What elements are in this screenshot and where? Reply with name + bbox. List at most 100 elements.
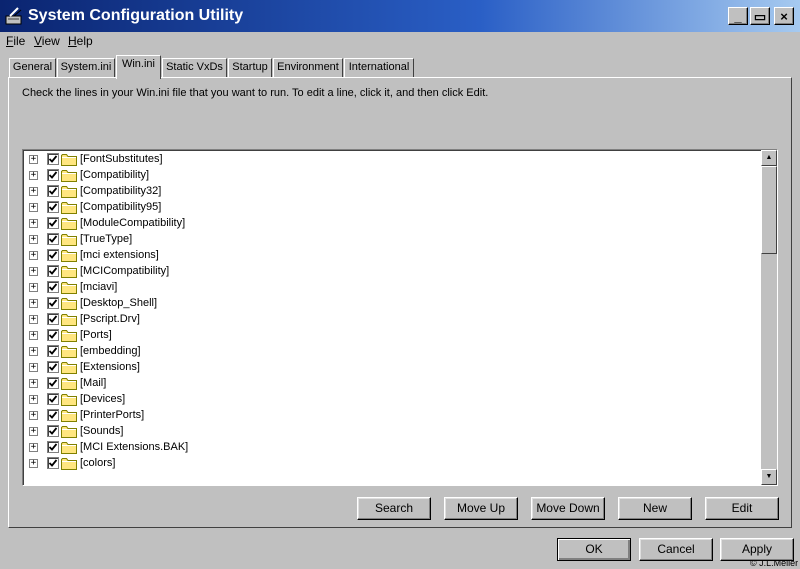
menu-help[interactable]: Help <box>66 33 95 49</box>
cancel-button[interactable]: Cancel <box>639 538 713 561</box>
expand-icon[interactable]: + <box>29 427 38 436</box>
item-checkbox[interactable] <box>47 329 59 341</box>
maximize-icon: ▭ <box>753 8 767 24</box>
list-item-label: [ModuleCompatibility] <box>80 217 186 229</box>
scroll-thumb[interactable] <box>761 166 777 254</box>
expand-icon[interactable]: + <box>29 203 38 212</box>
vertical-scrollbar[interactable]: ▲ ▼ <box>761 150 777 485</box>
expand-icon[interactable]: + <box>29 379 38 388</box>
item-checkbox[interactable] <box>47 425 59 437</box>
close-button[interactable]: × <box>774 7 794 25</box>
list-item[interactable]: + [Extensions] <box>25 359 755 375</box>
expand-icon[interactable]: + <box>29 171 38 180</box>
new-button[interactable]: New <box>618 497 692 520</box>
list-item[interactable]: + [mciavi] <box>25 279 755 295</box>
list-item[interactable]: + [PrinterPorts] <box>25 407 755 423</box>
tab-win-ini[interactable]: Win.ini <box>116 55 161 79</box>
item-checkbox[interactable] <box>47 377 59 389</box>
close-icon: × <box>780 8 788 24</box>
list-item[interactable]: + [ModuleCompatibility] <box>25 215 755 231</box>
item-checkbox[interactable] <box>47 281 59 293</box>
search-button[interactable]: Search <box>357 497 431 520</box>
expand-icon[interactable]: + <box>29 267 38 276</box>
expand-icon[interactable]: + <box>29 235 38 244</box>
tab-static-vxds[interactable]: Static VxDs <box>162 58 227 78</box>
list-item[interactable]: + [Compatibility95] <box>25 199 755 215</box>
expand-icon[interactable]: + <box>29 299 38 308</box>
expand-icon[interactable]: + <box>29 155 38 164</box>
tab-startup[interactable]: Startup <box>228 58 272 78</box>
expand-icon[interactable]: + <box>29 411 38 420</box>
item-checkbox[interactable] <box>47 201 59 213</box>
scroll-down-button[interactable]: ▼ <box>761 469 777 485</box>
list-item[interactable]: + [Compatibility] <box>25 167 755 183</box>
ok-button[interactable]: OK <box>557 538 631 561</box>
expand-icon[interactable]: + <box>29 347 38 356</box>
tab-environment[interactable]: Environment <box>273 58 343 78</box>
expand-icon[interactable]: + <box>29 331 38 340</box>
expand-icon[interactable]: + <box>29 459 38 468</box>
list-item[interactable]: + [Ports] <box>25 327 755 343</box>
list-item[interactable]: + [TrueType] <box>25 231 755 247</box>
expand-icon[interactable]: + <box>29 283 38 292</box>
item-checkbox[interactable] <box>47 185 59 197</box>
expand-icon[interactable]: + <box>29 219 38 228</box>
list-item[interactable]: + [FontSubstitutes] <box>25 151 755 167</box>
expand-icon[interactable]: + <box>29 395 38 404</box>
item-checkbox[interactable] <box>47 153 59 165</box>
folder-icon <box>61 186 77 198</box>
list-item[interactable]: + [MCI Extensions.BAK] <box>25 439 755 455</box>
minimize-icon: _ <box>734 8 742 24</box>
scroll-up-button[interactable]: ▲ <box>761 150 777 166</box>
item-checkbox[interactable] <box>47 457 59 469</box>
list-item-label: [MCICompatibility] <box>80 265 170 277</box>
title-bar[interactable]: System Configuration Utility _ ▭ × <box>0 0 800 32</box>
scroll-track[interactable] <box>761 254 777 469</box>
expand-icon[interactable]: + <box>29 443 38 452</box>
expand-icon[interactable]: + <box>29 251 38 260</box>
item-checkbox[interactable] <box>47 297 59 309</box>
item-checkbox[interactable] <box>47 393 59 405</box>
list-item[interactable]: + [Mail] <box>25 375 755 391</box>
item-checkbox[interactable] <box>47 441 59 453</box>
list-item[interactable]: + [Pscript.Drv] <box>25 311 755 327</box>
list-item[interactable]: + [mci extensions] <box>25 247 755 263</box>
item-checkbox[interactable] <box>47 249 59 261</box>
menu-file[interactable]: File <box>4 33 27 49</box>
list-item[interactable]: + [embedding] <box>25 343 755 359</box>
folder-icon <box>61 170 77 182</box>
win-ini-tree[interactable]: + [FontSubstitutes] + [Compatibility] + [Comp… <box>22 149 778 486</box>
list-item-label: [Extensions] <box>80 361 140 373</box>
edit-button[interactable]: Edit <box>705 497 779 520</box>
item-checkbox[interactable] <box>47 361 59 373</box>
apply-button[interactable]: Apply <box>720 538 794 561</box>
list-item[interactable]: + [Sounds] <box>25 423 755 439</box>
move-down-button[interactable]: Move Down <box>531 497 605 520</box>
list-item-label: [Compatibility] <box>80 169 150 181</box>
maximize-button[interactable]: ▭ <box>750 7 770 25</box>
expand-icon[interactable]: + <box>29 315 38 324</box>
tab-international[interactable]: International <box>344 58 414 78</box>
folder-icon <box>61 362 77 374</box>
item-checkbox[interactable] <box>47 217 59 229</box>
tab-general[interactable]: General <box>9 58 56 78</box>
item-checkbox[interactable] <box>47 409 59 421</box>
list-item[interactable]: + [Devices] <box>25 391 755 407</box>
expand-icon[interactable]: + <box>29 187 38 196</box>
folder-icon <box>61 378 77 390</box>
move-up-button[interactable]: Move Up <box>444 497 518 520</box>
folder-icon <box>61 218 77 230</box>
menu-view[interactable]: View <box>32 33 62 49</box>
item-checkbox[interactable] <box>47 265 59 277</box>
item-checkbox[interactable] <box>47 345 59 357</box>
item-checkbox[interactable] <box>47 169 59 181</box>
expand-icon[interactable]: + <box>29 363 38 372</box>
item-checkbox[interactable] <box>47 313 59 325</box>
minimize-button[interactable]: _ <box>728 7 748 25</box>
list-item[interactable]: + [MCICompatibility] <box>25 263 755 279</box>
tab-system-ini[interactable]: System.ini <box>57 58 115 78</box>
list-item[interactable]: + [Desktop_Shell] <box>25 295 755 311</box>
list-item[interactable]: + [colors] <box>25 455 755 471</box>
list-item[interactable]: + [Compatibility32] <box>25 183 755 199</box>
item-checkbox[interactable] <box>47 233 59 245</box>
